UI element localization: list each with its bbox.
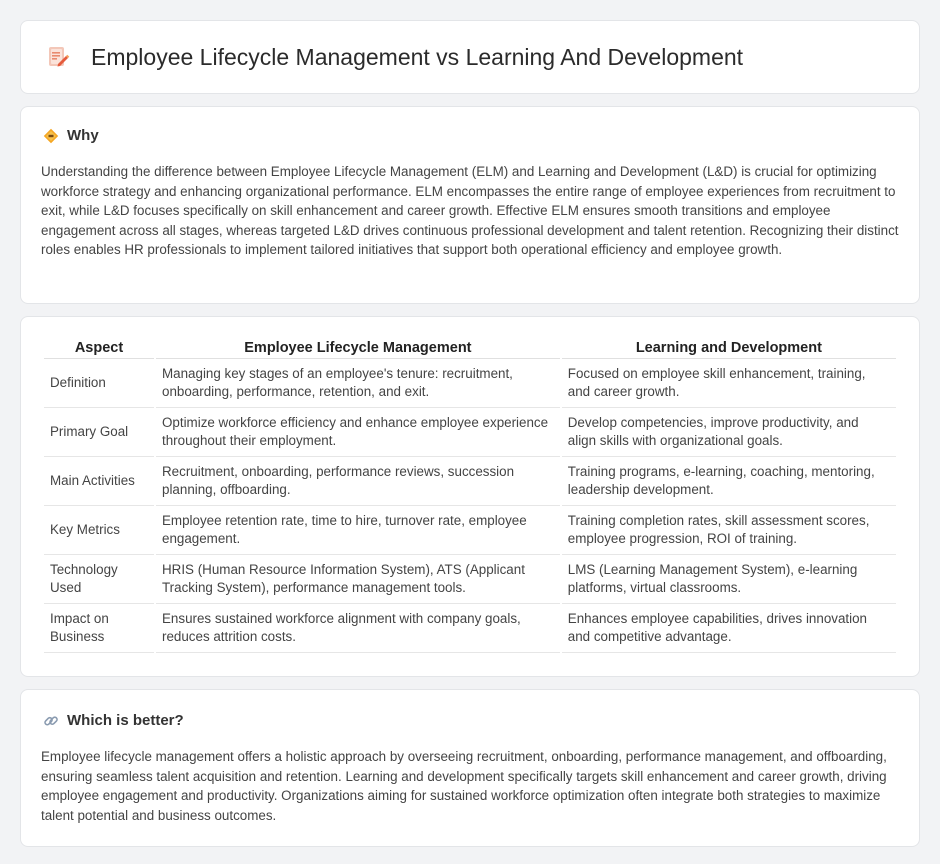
elm-cell: HRIS (Human Resource Information System)… <box>156 555 560 604</box>
aspect-cell: Main Activities <box>44 457 154 506</box>
header-aspect: Aspect <box>44 337 154 359</box>
ld-cell: LMS (Learning Management System), e-lear… <box>561 555 896 604</box>
elm-cell: Managing key stages of an employee's ten… <box>156 359 560 408</box>
elm-cell: Employee retention rate, time to hire, t… <box>156 506 560 555</box>
aspect-cell: Primary Goal <box>44 408 154 457</box>
table-row: Key Metrics Employee retention rate, tim… <box>44 506 896 555</box>
table-row: Impact on Business Ensures sustained wor… <box>44 604 896 653</box>
ld-cell: Enhances employee capabilities, drives i… <box>561 604 896 653</box>
document-edit-icon <box>45 44 71 70</box>
comparison-table: Aspect Employee Lifecycle Management Lea… <box>42 337 898 653</box>
ld-cell: Focused on employee skill enhancement, t… <box>561 359 896 408</box>
page-title: Employee Lifecycle Management vs Learnin… <box>91 43 744 70</box>
elm-cell: Optimize workforce efficiency and enhanc… <box>156 408 560 457</box>
why-heading: Why <box>43 127 899 144</box>
ld-cell: Develop competencies, improve productivi… <box>561 408 896 457</box>
ld-cell: Training completion rates, skill assessm… <box>561 506 896 555</box>
table-row: Primary Goal Optimize workforce efficien… <box>44 408 896 457</box>
header-ld: Learning and Development <box>561 337 896 359</box>
aspect-cell: Key Metrics <box>44 506 154 555</box>
better-heading-label: Which is better? <box>67 712 184 729</box>
table-row: Technology Used HRIS (Human Resource Inf… <box>44 555 896 604</box>
better-heading: Which is better? <box>43 712 899 729</box>
why-section: Why Understanding the difference between… <box>20 106 920 304</box>
comparison-section: Aspect Employee Lifecycle Management Lea… <box>20 316 920 677</box>
aspect-cell: Technology Used <box>44 555 154 604</box>
aspect-cell: Definition <box>44 359 154 408</box>
ld-cell: Training programs, e-learning, coaching,… <box>561 457 896 506</box>
table-row: Definition Managing key stages of an emp… <box>44 359 896 408</box>
elm-cell: Ensures sustained workforce alignment wi… <box>156 604 560 653</box>
why-heading-label: Why <box>67 127 99 144</box>
elm-cell: Recruitment, onboarding, performance rev… <box>156 457 560 506</box>
diamond-sign-icon <box>43 128 59 144</box>
aspect-cell: Impact on Business <box>44 604 154 653</box>
table-row: Main Activities Recruitment, onboarding,… <box>44 457 896 506</box>
which-is-better-section: Which is better? Employee lifecycle mana… <box>20 689 920 847</box>
header-elm: Employee Lifecycle Management <box>156 337 560 359</box>
why-body: Understanding the difference between Emp… <box>41 164 899 258</box>
better-body: Employee lifecycle management offers a h… <box>41 749 887 823</box>
title-card: Employee Lifecycle Management vs Learnin… <box>20 20 920 94</box>
link-icon <box>43 713 59 729</box>
table-header-row: Aspect Employee Lifecycle Management Lea… <box>44 337 896 359</box>
